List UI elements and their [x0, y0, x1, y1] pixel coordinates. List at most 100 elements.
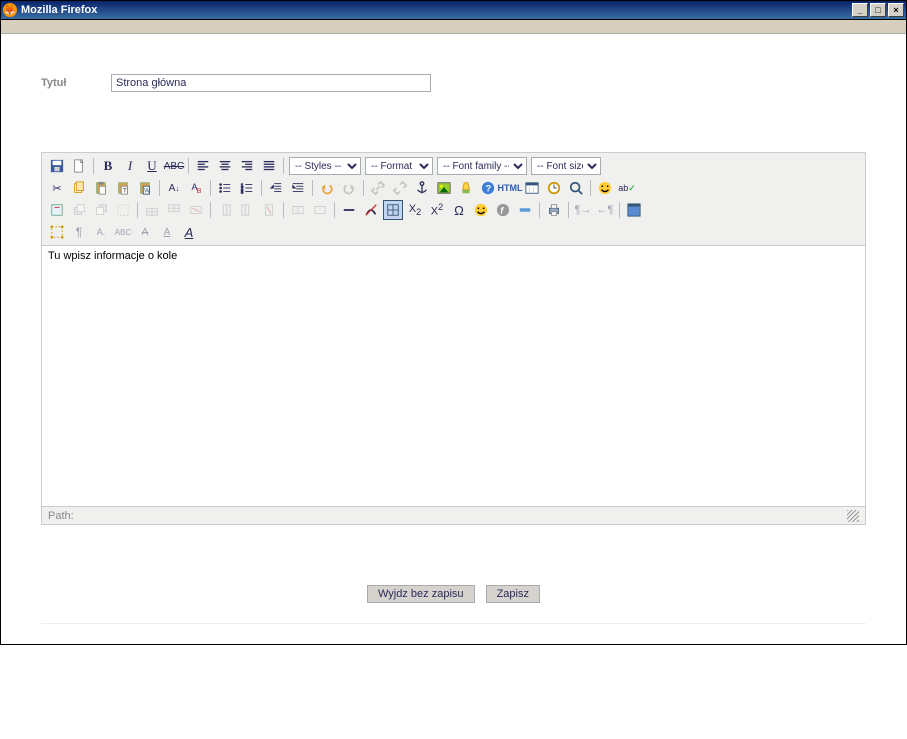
help-icon[interactable]: ? [478, 178, 498, 198]
title-input[interactable] [111, 74, 431, 92]
bullet-list-icon[interactable] [215, 178, 235, 198]
attribs-icon[interactable]: A [179, 222, 199, 242]
link-icon[interactable] [368, 178, 388, 198]
separator [283, 202, 284, 218]
copy-icon[interactable] [69, 178, 89, 198]
find-icon[interactable]: A↓ [164, 178, 184, 198]
font-size-select[interactable]: -- Font size -- [531, 157, 601, 175]
layer-absolute-icon[interactable] [113, 200, 133, 220]
align-justify-button[interactable] [259, 156, 279, 176]
emoticon-icon[interactable] [595, 178, 615, 198]
exit-without-save-button[interactable]: Wyjdz bez zapisu [367, 585, 475, 603]
abbr-icon[interactable]: A. [91, 222, 111, 242]
table-row-after-icon[interactable] [164, 200, 184, 220]
insert-date-icon[interactable] [522, 178, 542, 198]
separator [568, 202, 569, 218]
separator [590, 180, 591, 196]
svg-text:?: ? [485, 184, 491, 195]
insert-time-icon[interactable] [544, 178, 564, 198]
cut-icon[interactable]: ✂ [47, 178, 67, 198]
footer-rule [41, 623, 866, 624]
outdent-icon[interactable] [266, 178, 286, 198]
action-buttons: Wyjdz bez zapisu Zapisz [41, 585, 866, 603]
acronym-icon[interactable]: ABC [113, 222, 133, 242]
undo-icon[interactable] [317, 178, 337, 198]
horizontal-rule-icon[interactable] [339, 200, 359, 220]
title-label: Tytuł [41, 77, 111, 89]
format-select[interactable]: -- Format -- [365, 157, 433, 175]
separator [334, 202, 335, 218]
html-source-button[interactable]: HTML [500, 178, 520, 198]
style-props-icon[interactable] [47, 222, 67, 242]
rtl-icon[interactable]: ←¶ [595, 200, 615, 220]
paste-icon[interactable] [91, 178, 111, 198]
italic-button[interactable]: I [120, 156, 140, 176]
ltr-icon[interactable]: ¶→ [573, 200, 593, 220]
split-cells-icon[interactable] [288, 200, 308, 220]
bold-button[interactable]: B [98, 156, 118, 176]
save-button[interactable]: Zapisz [486, 585, 540, 603]
table-row-before-icon[interactable] [142, 200, 162, 220]
separator [363, 180, 364, 196]
fullscreen-icon[interactable] [624, 200, 644, 220]
table-col-before-icon[interactable] [215, 200, 235, 220]
close-button[interactable]: × [888, 3, 904, 17]
separator [210, 202, 211, 218]
strikethrough-button[interactable]: ABC [164, 156, 184, 176]
media-icon[interactable]: f [493, 200, 513, 220]
del-icon[interactable]: A [135, 222, 155, 242]
cleanup-icon[interactable] [456, 178, 476, 198]
underline-button[interactable]: U [142, 156, 162, 176]
browser-toolbar-strip [1, 20, 906, 34]
window-title: Mozilla Firefox [21, 4, 850, 16]
maximize-button[interactable]: □ [870, 3, 886, 17]
table-delete-col-icon[interactable] [259, 200, 279, 220]
minimize-button[interactable]: _ [852, 3, 868, 17]
table-col-after-icon[interactable] [237, 200, 257, 220]
merge-cells-icon[interactable] [310, 200, 330, 220]
styles-select[interactable]: -- Styles -- [289, 157, 361, 175]
editor-body[interactable]: Tu wpisz informacje o kole [42, 246, 865, 506]
find-replace-icon[interactable]: AB [186, 178, 206, 198]
image-icon[interactable] [434, 178, 454, 198]
numbered-list-icon[interactable]: 123 [237, 178, 257, 198]
emotions-icon[interactable] [471, 200, 491, 220]
redo-icon[interactable] [339, 178, 359, 198]
layer-backward-icon[interactable] [91, 200, 111, 220]
align-center-button[interactable] [215, 156, 235, 176]
font-family-select[interactable]: -- Font family -- [437, 157, 527, 175]
separator [619, 202, 620, 218]
indent-icon[interactable] [288, 178, 308, 198]
path-label: Path: [48, 510, 74, 522]
align-left-button[interactable] [193, 156, 213, 176]
ins-icon[interactable]: A [157, 222, 177, 242]
anchor-icon[interactable] [412, 178, 432, 198]
paste-word-icon[interactable]: W [135, 178, 155, 198]
spellcheck-icon[interactable]: ab✓ [617, 178, 637, 198]
toggle-guidelines-icon[interactable] [383, 200, 403, 220]
editor-toolbar: B I U ABC -- Styles -- -- Format -- -- F… [42, 153, 865, 246]
paste-text-icon[interactable]: T [113, 178, 133, 198]
save-icon[interactable] [47, 156, 67, 176]
cite-icon[interactable]: ¶ [69, 222, 89, 242]
separator [93, 158, 94, 174]
align-right-button[interactable] [237, 156, 257, 176]
separator [539, 202, 540, 218]
unlink-icon[interactable] [390, 178, 410, 198]
special-char-icon[interactable]: Ω [449, 200, 469, 220]
remove-format-icon[interactable] [361, 200, 381, 220]
layer-forward-icon[interactable] [69, 200, 89, 220]
client-area: Tytuł B I U ABC [0, 20, 907, 645]
superscript-icon[interactable]: X2 [427, 200, 447, 220]
separator [159, 180, 160, 196]
resize-grip[interactable] [847, 510, 859, 522]
print-icon[interactable] [544, 200, 564, 220]
advhr-icon[interactable] [515, 200, 535, 220]
subscript-icon[interactable]: X2 [405, 200, 425, 220]
new-document-icon[interactable] [69, 156, 89, 176]
table-delete-row-icon[interactable] [186, 200, 206, 220]
preview-icon[interactable] [566, 178, 586, 198]
insert-layer-icon[interactable] [47, 200, 67, 220]
separator [261, 180, 262, 196]
svg-text:3: 3 [241, 189, 244, 194]
